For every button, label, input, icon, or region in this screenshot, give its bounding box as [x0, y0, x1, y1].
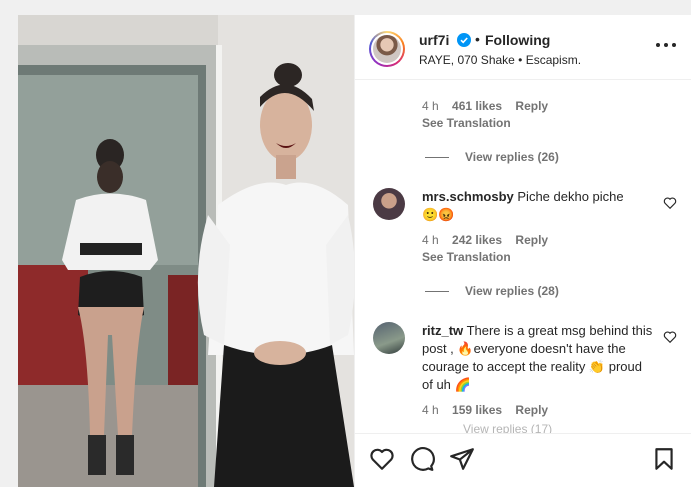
- view-replies-button[interactable]: View replies (26): [425, 150, 559, 164]
- comment-body: ritz_tw There is a great msg behind this…: [422, 322, 654, 394]
- following-button[interactable]: Following: [485, 32, 550, 48]
- photo-illustration: [18, 15, 354, 487]
- comment-meta: 4 h 461 likes Reply: [422, 99, 548, 113]
- commenter-avatar[interactable]: [373, 188, 405, 220]
- comment-like-heart-icon[interactable]: [663, 196, 677, 210]
- view-replies-button[interactable]: View replies (28): [425, 284, 559, 298]
- more-options-icon[interactable]: [654, 37, 678, 53]
- comment-icon[interactable]: [409, 446, 435, 472]
- verified-badge-icon: [457, 33, 471, 47]
- see-translation-link[interactable]: See Translation: [422, 116, 511, 130]
- comment-like-heart-icon[interactable]: [663, 330, 677, 344]
- paper-plane-icon[interactable]: [449, 446, 475, 472]
- heart-icon[interactable]: [369, 446, 395, 472]
- see-translation-link[interactable]: See Translation: [422, 250, 511, 264]
- commenter-username[interactable]: mrs.schmosby: [422, 189, 514, 204]
- comment-meta: 4 h 159 likes Reply: [422, 403, 549, 417]
- post-header: urf7i • Following RAYE, 070 Shake • Esca…: [355, 15, 691, 80]
- author-avatar[interactable]: [369, 31, 405, 67]
- reply-button[interactable]: Reply: [515, 99, 548, 113]
- author-username[interactable]: urf7i: [419, 32, 449, 48]
- comments-list[interactable]: 4 h 461 likes Reply See Translation View…: [355, 80, 691, 425]
- comment-emojis: 🙂😡: [422, 207, 455, 222]
- post-photo[interactable]: [18, 15, 354, 487]
- comment-likes[interactable]: 242 likes: [452, 233, 502, 247]
- post-modal: urf7i • Following RAYE, 070 Shake • Esca…: [18, 15, 691, 487]
- comment-likes[interactable]: 159 likes: [452, 403, 502, 417]
- commenter-username[interactable]: ritz_tw: [422, 323, 463, 338]
- comment-text: Piche dekho piche: [517, 189, 624, 204]
- comment-likes[interactable]: 461 likes: [452, 99, 502, 113]
- reply-button[interactable]: Reply: [515, 233, 548, 247]
- audio-label[interactable]: RAYE, 070 Shake • Escapism.: [419, 53, 581, 67]
- reply-button[interactable]: Reply: [515, 403, 548, 417]
- bookmark-icon[interactable]: [651, 446, 677, 472]
- comment-time: 4 h: [422, 99, 439, 113]
- comment-meta: 4 h 242 likes Reply: [422, 233, 549, 247]
- commenter-avatar[interactable]: [373, 322, 405, 354]
- post-side-panel: urf7i • Following RAYE, 070 Shake • Esca…: [354, 15, 691, 487]
- action-bar: [355, 433, 691, 487]
- header-separator: •: [475, 31, 480, 47]
- comment-body: mrs.schmosby Piche dekho piche 🙂😡: [422, 188, 654, 224]
